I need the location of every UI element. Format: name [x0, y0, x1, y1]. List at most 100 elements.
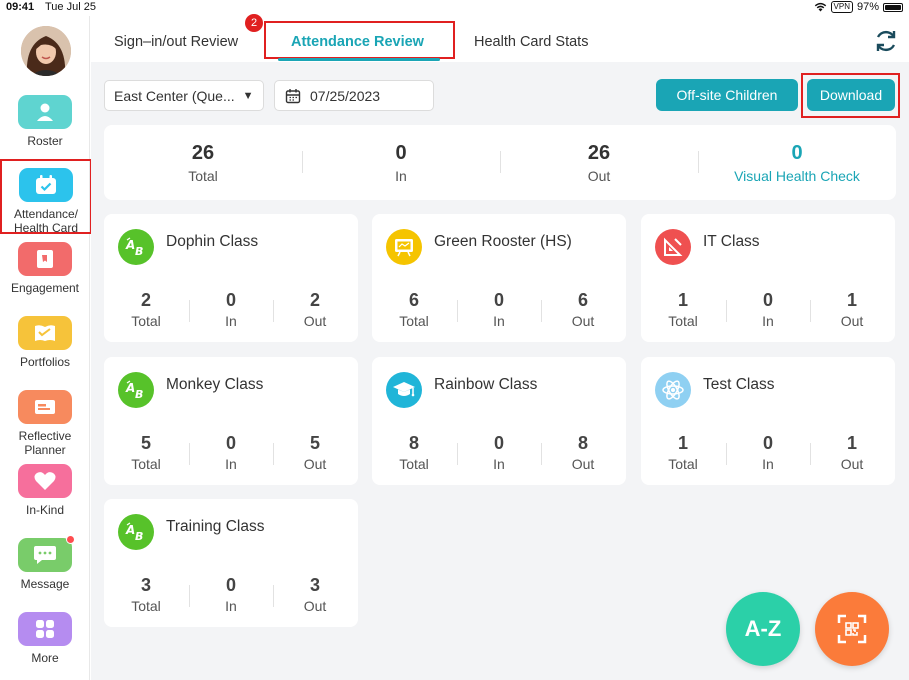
- class-stat-total: 5 Total: [104, 433, 188, 472]
- download-button[interactable]: Download: [807, 79, 895, 111]
- sidebar-item-in-kind[interactable]: In-Kind: [0, 464, 90, 517]
- class-card[interactable]: Test Class 1 Total 0 In 1 Out: [641, 357, 895, 485]
- sidebar-item-message[interactable]: Message: [0, 535, 90, 591]
- class-stat-in-value: 0: [225, 290, 236, 310]
- summary-in-label: In: [395, 168, 407, 184]
- class-stat-out: 8 Out: [541, 433, 625, 472]
- ab-letters-icon: AB: [118, 514, 154, 550]
- class-stat-out: 2 Out: [273, 290, 357, 329]
- tab-health-card-stats[interactable]: Health Card Stats: [474, 34, 588, 50]
- status-right: VPN 97%: [814, 1, 903, 13]
- class-card[interactable]: Rainbow Class 8 Total 0 In 8 Out: [372, 357, 626, 485]
- class-name: Test Class: [703, 376, 775, 393]
- battery-fill: [885, 4, 901, 10]
- vpn-badge: VPN: [830, 1, 853, 13]
- class-stat-out-value: 1: [846, 433, 857, 453]
- center-select[interactable]: East Center (Que... ▼: [104, 80, 264, 111]
- summary-in-value: 0: [395, 142, 407, 164]
- svg-text:A: A: [125, 523, 135, 537]
- class-stat-total-value: 1: [677, 290, 688, 310]
- class-stat-total-label: Total: [399, 313, 429, 329]
- class-name: Training Class: [166, 518, 265, 535]
- class-stat-out: 1 Out: [810, 433, 894, 472]
- battery-icon: [883, 2, 903, 12]
- scan-button[interactable]: [815, 592, 889, 666]
- svg-text:B: B: [135, 245, 143, 258]
- tab-sign-in-out-review[interactable]: Sign–in/out Review: [114, 34, 238, 50]
- sidebar-item-portfolios[interactable]: Portfolios: [0, 316, 90, 369]
- chalkboard-icon: [386, 229, 422, 265]
- tab-bar: Sign–in/out Review 2 Attendance Review H…: [90, 14, 909, 62]
- wifi-icon: [814, 2, 826, 12]
- message-icon: [18, 535, 75, 572]
- tab-badge: 2: [245, 14, 263, 32]
- avatar-image: [21, 26, 71, 76]
- class-stat-in-label: In: [225, 456, 237, 472]
- summary-total-label: Total: [188, 168, 218, 184]
- sidebar-item-roster[interactable]: Roster: [0, 95, 90, 148]
- summary-in: 0 In: [302, 125, 500, 200]
- class-card[interactable]: A B Dophin Class 2 Total 0 In 2 Out: [104, 214, 358, 342]
- class-stat-out-value: 1: [846, 290, 857, 310]
- qr-scan-icon: [837, 614, 867, 644]
- sidebar-item-reflective[interactable]: Reflective Planner: [0, 390, 90, 457]
- class-stat-in: 0 In: [189, 290, 273, 329]
- class-stat-total: 8 Total: [372, 433, 456, 472]
- notification-dot: [66, 535, 75, 544]
- planner-icon: [18, 390, 72, 424]
- center-select-value: East Center (Que...: [114, 87, 235, 104]
- class-stat-out: 3 Out: [273, 575, 357, 614]
- status-time: 09:41: [6, 1, 35, 13]
- sidebar-item-label: More: [31, 651, 59, 665]
- class-stat-total-label: Total: [668, 456, 698, 472]
- sidebar-item-engagement[interactable]: Engagement: [0, 242, 90, 295]
- class-stat-out-label: Out: [571, 456, 595, 472]
- summary-card: 26 Total 0 In 26 Out 0 Visual Health Che…: [104, 125, 896, 200]
- avatar[interactable]: [21, 26, 71, 76]
- sidebar-item-label: Portfolios: [19, 355, 71, 369]
- svg-text:A: A: [125, 238, 135, 252]
- az-label: A-Z: [744, 616, 782, 641]
- class-card[interactable]: Green Rooster (HS) 6 Total 0 In 6 Out: [372, 214, 626, 342]
- class-stat-in-value: 0: [225, 433, 236, 453]
- class-stat-total-value: 8: [408, 433, 419, 453]
- class-stat-total-label: Total: [131, 456, 161, 472]
- class-stat-in: 0 In: [189, 575, 273, 614]
- class-stat-out-label: Out: [840, 313, 864, 329]
- date-picker[interactable]: 07/25/2023: [274, 80, 434, 111]
- class-stat-total-label: Total: [131, 313, 161, 329]
- ab-letters-icon: AB: [118, 229, 154, 265]
- class-stat-in: 0 In: [457, 433, 541, 472]
- class-stat-out-label: Out: [303, 456, 327, 472]
- class-card[interactable]: A B Training Class 3 Total 0 In 3 Out: [104, 499, 358, 627]
- class-card[interactable]: A B Monkey Class 5 Total 0 In 5 Out: [104, 357, 358, 485]
- class-stat-out-value: 2: [309, 290, 320, 310]
- class-stat-out-value: 3: [309, 575, 320, 595]
- class-name: Monkey Class: [166, 376, 264, 393]
- class-stat-total-value: 2: [140, 290, 151, 310]
- tab-attendance-review[interactable]: Attendance Review: [291, 34, 424, 50]
- date-value: 07/25/2023: [310, 87, 381, 104]
- refresh-icon[interactable]: [873, 28, 899, 54]
- sidebar-item-label: In-Kind: [25, 503, 65, 517]
- engagement-icon: [18, 242, 72, 276]
- sidebar-item-label: Attendance/ Health Card: [13, 207, 79, 235]
- class-card[interactable]: IT Class 1 Total 0 In 1 Out: [641, 214, 895, 342]
- az-sort-button[interactable]: A-Z: [726, 592, 800, 666]
- class-stat-out-value: 8: [577, 433, 588, 453]
- summary-health-check[interactable]: 0 Visual Health Check: [698, 125, 896, 200]
- sidebar-item-label: Roster: [27, 134, 63, 148]
- class-name: Dophin Class: [166, 233, 259, 250]
- class-stat-total-value: 1: [677, 433, 688, 453]
- sidebar-item-more[interactable]: More: [0, 612, 90, 665]
- summary-total-value: 26: [191, 142, 215, 164]
- graduation-cap-icon: [386, 372, 422, 408]
- ab-letters-icon: AB: [118, 372, 154, 408]
- class-stat-in: 0 In: [457, 290, 541, 329]
- calendar-icon: [285, 88, 301, 103]
- class-stat-out-value: 6: [577, 290, 588, 310]
- sidebar-item-attendance[interactable]: Attendance/ Health Card: [0, 159, 92, 235]
- atom-icon: [655, 372, 691, 408]
- offsite-children-button[interactable]: Off-site Children: [656, 79, 798, 111]
- class-stat-in-value: 0: [762, 290, 773, 310]
